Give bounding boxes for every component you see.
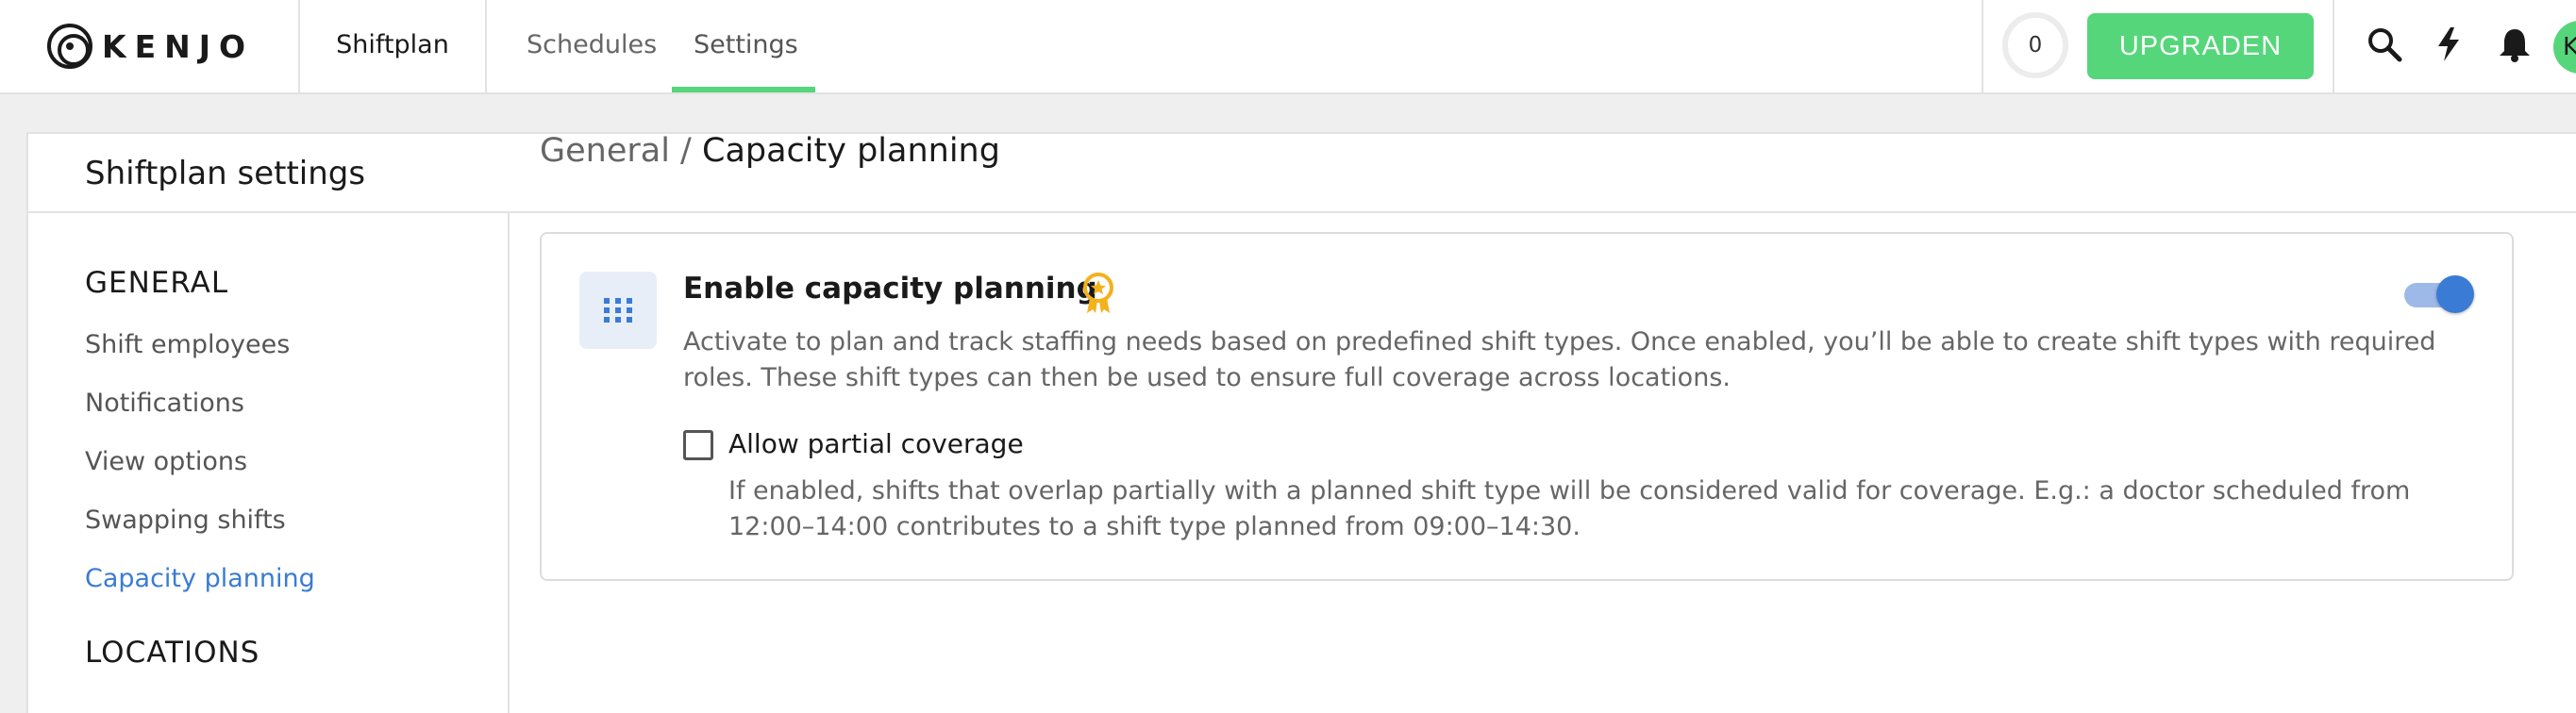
divider (2333, 0, 2334, 92)
logo-text: KENJO (102, 27, 255, 65)
notification-counter[interactable]: 0 (2002, 12, 2068, 78)
top-bar: KENJO Shiftplan Schedules Settings 0 UPG… (0, 0, 2576, 94)
toggle-knob (2436, 275, 2474, 313)
card-description: Activate to plan and track staffing need… (683, 327, 2436, 392)
partial-coverage-description: If enabled, shifts that overlap partiall… (728, 476, 2411, 541)
bell-icon[interactable] (2493, 23, 2536, 66)
sidebar-item-capacity-planning[interactable]: Capacity planning (85, 564, 315, 593)
breadcrumb-current: Capacity planning (702, 132, 1000, 170)
sidebar-item-view-options[interactable]: View options (85, 447, 247, 476)
capacity-grid-icon (579, 272, 657, 349)
capacity-planning-card: Enable capacity planning Activate to pla… (540, 232, 2514, 581)
page-title: Shiftplan settings (85, 155, 366, 192)
sidebar-heading-general: GENERAL (85, 266, 229, 300)
premium-badge-icon (1079, 272, 1117, 319)
kenjo-logo[interactable]: KENJO (47, 23, 254, 70)
card-title: Enable capacity planning (683, 272, 1097, 306)
breadcrumb-root[interactable]: General / (540, 132, 692, 170)
avatar[interactable]: K (2553, 21, 2576, 74)
allow-partial-coverage-checkbox[interactable] (683, 430, 713, 460)
breadcrumb: General / Capacity planning (540, 132, 1000, 170)
panel-header: Shiftplan settings (28, 134, 2576, 213)
divider (485, 0, 487, 92)
settings-sidebar: GENERAL Shift employees Notifications Vi… (28, 213, 510, 713)
active-tab-indicator (672, 87, 815, 92)
sidebar-item-shift-employees[interactable]: Shift employees (85, 330, 290, 359)
divider (1982, 0, 1983, 92)
tab-schedules[interactable]: Schedules (527, 0, 657, 92)
sidebar-item-swapping-shifts[interactable]: Swapping shifts (85, 506, 286, 535)
sidebar-heading-locations: LOCATIONS (85, 636, 260, 670)
sidebar-item-notifications[interactable]: Notifications (85, 389, 244, 418)
allow-partial-coverage-label[interactable]: Allow partial coverage (728, 428, 1024, 459)
app-section-label[interactable]: Shiftplan (300, 0, 485, 92)
upgrade-button[interactable]: UPGRADEN (2087, 13, 2314, 79)
search-icon[interactable] (2363, 23, 2406, 66)
tab-settings[interactable]: Settings (694, 0, 798, 92)
enable-capacity-toggle[interactable] (2404, 275, 2474, 313)
lightning-icon[interactable] (2427, 23, 2470, 66)
kenjo-logo-icon (47, 24, 92, 69)
